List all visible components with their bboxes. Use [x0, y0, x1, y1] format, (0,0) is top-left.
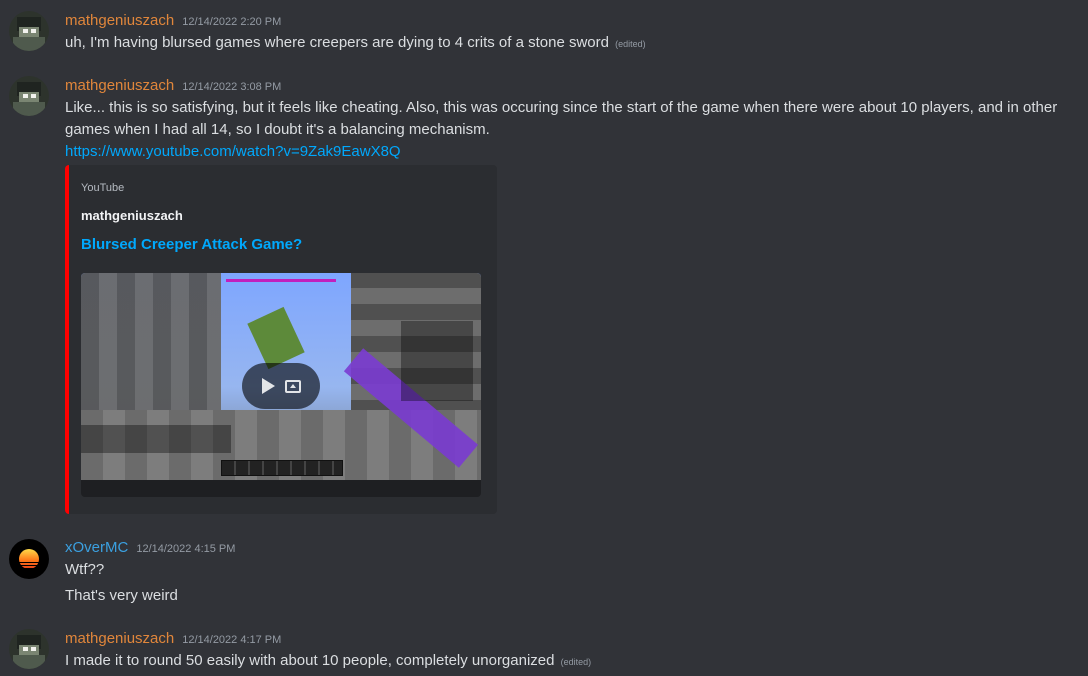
timestamp: 12/14/2022 3:08 PM [182, 81, 282, 93]
embed-title-link[interactable]: Blursed Creeper Attack Game? [81, 236, 302, 253]
message-header: mathgeniuszach 12/14/2022 2:20 PM [65, 12, 281, 30]
message-link-line: https://www.youtube.com/watch?v=9Zak9Eaw… [65, 141, 401, 163]
message-content: I made it to round 50 easily with about … [65, 650, 591, 673]
embed-provider[interactable]: YouTube [81, 182, 124, 194]
youtube-embed: YouTube mathgeniuszach Blursed Creeper A… [65, 165, 497, 514]
timestamp: 12/14/2022 4:15 PM [136, 543, 236, 555]
avatar[interactable] [9, 11, 49, 51]
play-icon[interactable] [261, 378, 275, 394]
message-header: mathgeniuszach 12/14/2022 3:08 PM [65, 77, 281, 95]
edited-marker: (edited) [560, 657, 592, 667]
timestamp: 12/14/2022 2:20 PM [182, 16, 282, 28]
avatar[interactable] [9, 76, 49, 116]
message: xOverMC 12/14/2022 4:15 PM Wtf?? That's v… [0, 530, 1088, 620]
username[interactable]: xOverMC [65, 539, 128, 556]
message-text: I made it to round 50 easily with about … [65, 652, 555, 669]
video-thumbnail[interactable] [81, 273, 481, 497]
username[interactable]: mathgeniuszach [65, 12, 174, 29]
avatar[interactable] [9, 539, 49, 579]
message: mathgeniuszach 12/14/2022 2:20 PM uh, I'm… [0, 0, 1088, 70]
message-header: mathgeniuszach 12/14/2022 4:17 PM [65, 630, 281, 648]
timestamp: 12/14/2022 4:17 PM [182, 634, 282, 646]
video-controls [242, 363, 320, 409]
message-text: uh, I'm having blursed games where creep… [65, 34, 609, 51]
message: mathgeniuszach 12/14/2022 4:17 PM I made … [0, 620, 1088, 676]
embed-author[interactable]: mathgeniuszach [81, 208, 183, 223]
message-text: Like... this is so satisfying, but it fe… [65, 99, 1058, 138]
message-content: uh, I'm having blursed games where creep… [65, 32, 646, 55]
popout-icon[interactable] [284, 379, 301, 393]
edited-marker: (edited) [615, 39, 646, 49]
avatar[interactable] [9, 629, 49, 669]
message-text: Wtf?? [65, 561, 105, 578]
message-header: xOverMC 12/14/2022 4:15 PM [65, 539, 235, 557]
username[interactable]: mathgeniuszach [65, 77, 174, 94]
username[interactable]: mathgeniuszach [65, 630, 174, 647]
message-text: That's very weird [65, 587, 178, 604]
youtube-link[interactable]: https://www.youtube.com/watch?v=9Zak9Eaw… [65, 143, 401, 160]
